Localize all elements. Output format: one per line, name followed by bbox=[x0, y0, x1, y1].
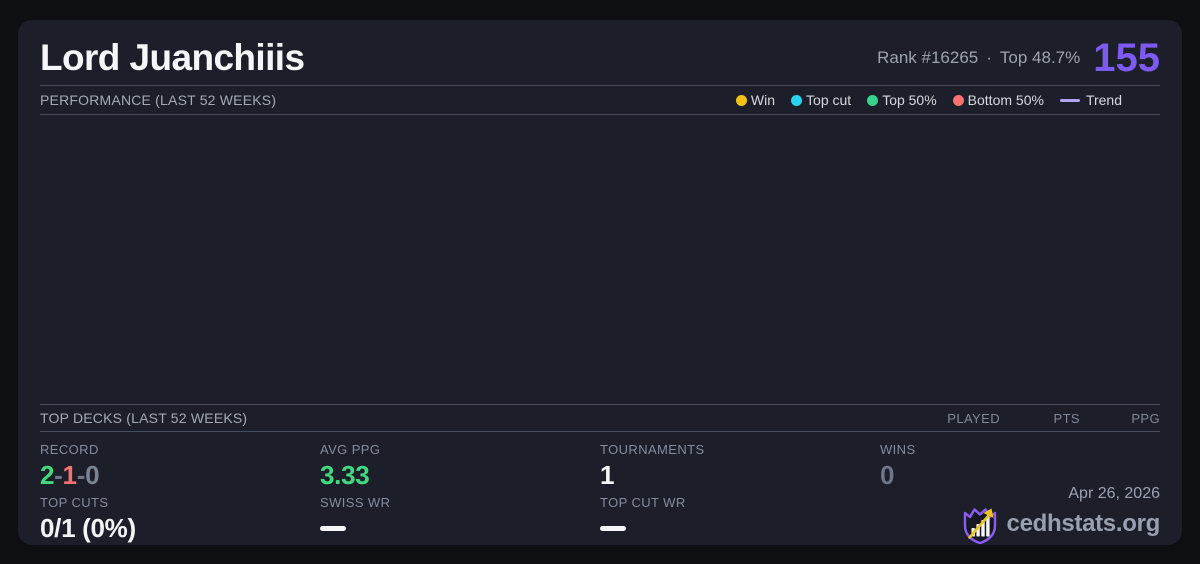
stat-record-label: RECORD bbox=[40, 442, 99, 457]
stat-swiss-wr: SWISS WR — bbox=[320, 495, 600, 543]
top-decks-section-header: TOP DECKS (LAST 52 WEEKS) PLAYED PTS PPG bbox=[40, 404, 1160, 432]
legend-label: Top cut bbox=[806, 92, 852, 108]
chart-legend: Win Top cut Top 50% Bottom 50% Trend bbox=[735, 92, 1160, 108]
performance-section-header: PERFORMANCE (LAST 52 WEEKS) Win Top cut … bbox=[40, 85, 1160, 115]
legend-item-trend[interactable]: Trend bbox=[1059, 92, 1122, 108]
rank-separator: · bbox=[986, 47, 992, 67]
legend-label: Win bbox=[750, 92, 776, 108]
top-percent-label: Top 48.7% bbox=[999, 47, 1081, 67]
stat-tournaments: TOURNAMENTS 1 bbox=[600, 442, 880, 490]
stat-wins: WINS 0 bbox=[880, 442, 1160, 490]
top-50-dot-icon bbox=[867, 94, 879, 106]
record-separator: - bbox=[54, 460, 63, 490]
stat-tournaments-label: TOURNAMENTS bbox=[600, 442, 705, 457]
legend-item-win[interactable]: Win bbox=[735, 92, 776, 108]
stat-record-value: 2-1-0 bbox=[40, 460, 320, 490]
deck-table-columns: PLAYED PTS PPG bbox=[920, 411, 1160, 426]
performance-title: PERFORMANCE (LAST 52 WEEKS) bbox=[40, 92, 277, 108]
player-name: Lord Juanchiiis bbox=[40, 36, 305, 78]
empty-value-dash: — bbox=[600, 525, 626, 531]
card-header: Lord Juanchiiis Rank #16265 · Top 48.7% … bbox=[18, 20, 1182, 85]
brand-name: cedhstats.org bbox=[1006, 510, 1161, 537]
rank-line: Rank #16265 · Top 48.7% bbox=[877, 48, 1080, 68]
legend-item-bottom-50[interactable]: Bottom 50% bbox=[952, 92, 1044, 108]
legend-label: Bottom 50% bbox=[967, 92, 1044, 108]
stat-top-cuts: TOP CUTS 0/1 (0%) bbox=[40, 495, 320, 543]
footer-date: Apr 26, 2026 bbox=[1068, 485, 1160, 502]
top-cut-dot-icon bbox=[791, 94, 803, 106]
header-rank-group: Rank #16265 · Top 48.7% 155 bbox=[877, 38, 1160, 78]
trend-line-icon bbox=[1059, 98, 1080, 102]
stat-top-cut-wr-label: TOP CUT WR bbox=[600, 495, 686, 510]
stat-top-cuts-value: 0/1 (0%) bbox=[40, 513, 136, 543]
stat-swiss-wr-label: SWISS WR bbox=[320, 495, 391, 510]
column-header-played: PLAYED bbox=[947, 410, 1000, 426]
record-draws: 0 bbox=[85, 460, 100, 490]
rating-value: 155 bbox=[1093, 35, 1160, 80]
brand-row[interactable]: cedhstats.org bbox=[962, 504, 1160, 544]
stat-tournaments-value: 1 bbox=[600, 460, 615, 490]
player-stats-card: Lord Juanchiiis Rank #16265 · Top 48.7% … bbox=[18, 20, 1182, 545]
record-separator: - bbox=[76, 460, 86, 490]
cedhstats-shield-logo-icon bbox=[963, 508, 996, 544]
stat-avg-ppg: AVG PPG 3.33 bbox=[320, 442, 600, 490]
column-header-ppg: PPG bbox=[1131, 410, 1160, 426]
stat-record: RECORD 2-1-0 bbox=[40, 442, 320, 490]
stat-wins-label: WINS bbox=[880, 442, 916, 457]
performance-chart bbox=[40, 115, 1160, 404]
legend-label: Top 50% bbox=[882, 92, 937, 108]
top-decks-title: TOP DECKS (LAST 52 WEEKS) bbox=[40, 410, 248, 426]
empty-value-dash: — bbox=[320, 525, 346, 531]
column-header-pts: PTS bbox=[1053, 410, 1080, 426]
stat-top-cut-wr: TOP CUT WR — bbox=[600, 495, 880, 543]
record-wins: 2 bbox=[40, 460, 55, 490]
legend-item-top-50[interactable]: Top 50% bbox=[867, 92, 937, 108]
record-losses: 1 bbox=[62, 460, 77, 490]
stat-top-cuts-label: TOP CUTS bbox=[40, 495, 109, 510]
card-footer: Apr 26, 2026 cedhstats.org bbox=[962, 485, 1160, 544]
legend-label: Trend bbox=[1085, 92, 1122, 108]
stat-avg-ppg-value: 3.33 bbox=[320, 460, 370, 490]
win-dot-icon bbox=[735, 94, 747, 106]
stat-avg-ppg-label: AVG PPG bbox=[320, 442, 381, 457]
bottom-50-dot-icon bbox=[952, 94, 964, 106]
legend-item-top-cut[interactable]: Top cut bbox=[791, 92, 851, 108]
stat-swiss-wr-value: — bbox=[320, 513, 600, 543]
stat-top-cut-wr-value: — bbox=[600, 513, 880, 543]
rank-label: Rank #16265 bbox=[877, 47, 979, 67]
